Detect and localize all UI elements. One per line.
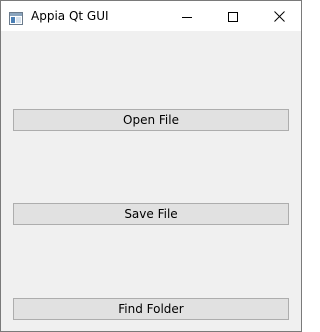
minimize-button[interactable]	[164, 1, 210, 31]
minimize-icon	[182, 7, 192, 26]
close-button[interactable]	[256, 1, 302, 31]
find-folder-button[interactable]: Find Folder	[13, 298, 289, 320]
client-area: Open File Save File Find Folder	[1, 31, 301, 331]
maximize-icon	[228, 7, 238, 26]
save-file-button[interactable]: Save File	[13, 203, 289, 225]
app-window-icon	[9, 10, 23, 25]
title-bar[interactable]: Appia Qt GUI	[1, 1, 301, 31]
main-window: Appia Qt GUI Open File Save File Find Fo…	[0, 0, 302, 332]
open-file-button[interactable]: Open File	[13, 109, 289, 131]
maximize-button[interactable]	[210, 1, 256, 31]
window-title: Appia Qt GUI	[31, 9, 109, 23]
close-icon	[273, 7, 285, 26]
